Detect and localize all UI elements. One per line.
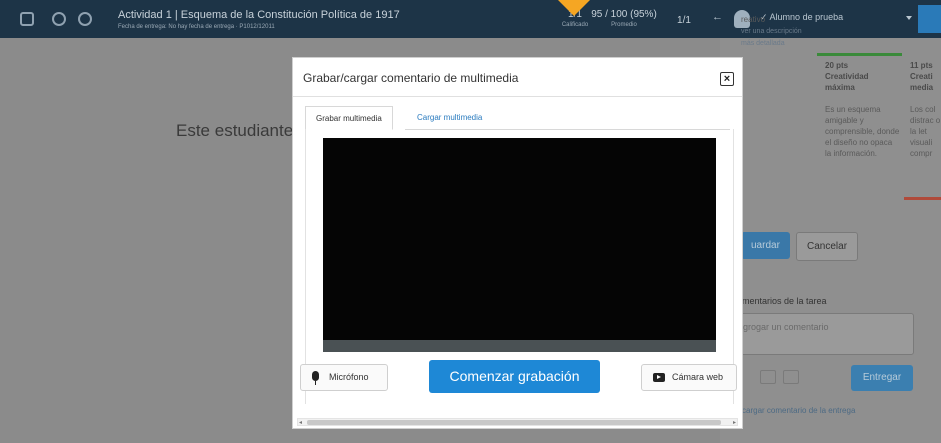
cancel-button[interactable]: Cancelar	[796, 232, 859, 261]
audio-icon[interactable]	[783, 370, 799, 384]
dialog-title: Grabar/cargar comentario de multimedia	[303, 71, 519, 85]
scroll-left-icon[interactable]: ◂	[299, 419, 302, 426]
score-stat: 95 / 100 (95%) Promedio	[584, 9, 664, 28]
rubric-rating-mid[interactable]: 11 pts Creati media Los col distrac o la…	[910, 60, 941, 159]
scrollbar-thumb[interactable]	[307, 420, 721, 425]
video-control-bar	[323, 340, 716, 352]
rubric-criterion: reativo ver una descripción más detallad…	[741, 14, 809, 49]
microphone-icon-stand	[315, 381, 316, 385]
video-preview	[323, 138, 716, 340]
book-icon[interactable]	[20, 12, 34, 26]
rubric-rating-max[interactable]: 20 pts Creatividad máxima Es un esquema …	[825, 60, 900, 159]
tab-upload-media[interactable]: Cargar multimedia	[407, 106, 492, 130]
scroll-right-icon[interactable]: ▸	[733, 419, 736, 426]
prev-student-icon[interactable]: ←	[712, 11, 723, 23]
rating-desc: Los col distrac o la let visuali compr	[910, 105, 941, 158]
microphone-icon	[312, 371, 319, 381]
chevron-down-icon[interactable]	[906, 16, 912, 20]
tab-record-media[interactable]: Grabar multimedia	[305, 106, 393, 130]
save-button[interactable]: uardar	[741, 232, 790, 259]
gear-icon[interactable]	[78, 12, 92, 26]
student-index: 1/1	[677, 15, 691, 26]
assignment-title[interactable]: Actividad 1 | Esquema de la Constitución…	[118, 9, 400, 21]
notification-marker	[558, 0, 590, 16]
next-student-button[interactable]	[918, 5, 941, 33]
start-recording-button[interactable]: Comenzar grabación	[429, 360, 600, 393]
rating-desc: Es un esquema amigable y comprensible, d…	[825, 105, 900, 158]
submit-button[interactable]: Entregar	[851, 365, 913, 391]
score-label: Promedio	[611, 22, 637, 28]
eye-icon[interactable]	[52, 12, 66, 26]
rating-selected-bar	[817, 53, 902, 56]
webcam-button[interactable]: Cámara web	[641, 364, 737, 391]
rubric-col1-desc[interactable]: ver una descripción más detallada	[741, 28, 802, 47]
rating-title: Creati media	[910, 72, 934, 92]
microphone-button[interactable]: Micrófono	[300, 364, 388, 391]
comment-input[interactable]: grogar un comentario	[736, 313, 914, 355]
rating-title: Creatividad máxima	[825, 72, 869, 92]
webcam-icon-play	[657, 375, 661, 379]
assignment-subtitle: Fecha de entrega: No hay fecha de entreg…	[118, 24, 275, 30]
divider	[293, 96, 742, 97]
student-message: Este estudiante r	[176, 121, 304, 140]
video-icon[interactable]	[760, 370, 776, 384]
rating-bar	[904, 197, 941, 200]
horizontal-scrollbar[interactable]: ◂ ▸	[297, 418, 738, 426]
upload-submission-link[interactable]: cargar comentario de la entrega	[742, 406, 855, 415]
media-comment-dialog: Grabar/cargar comentario de multimedia ×…	[292, 57, 743, 429]
rating-points: 20 pts	[825, 61, 849, 70]
comments-label: mentarios de la tarea	[742, 296, 827, 306]
microphone-label: Micrófono	[329, 372, 369, 382]
webcam-label: Cámara web	[672, 372, 724, 382]
score-value: 95 / 100 (95%)	[591, 9, 657, 20]
rating-points: 11 pts	[910, 61, 933, 70]
close-icon[interactable]: ×	[720, 72, 734, 86]
rubric-col1-title: reativo	[741, 15, 766, 24]
